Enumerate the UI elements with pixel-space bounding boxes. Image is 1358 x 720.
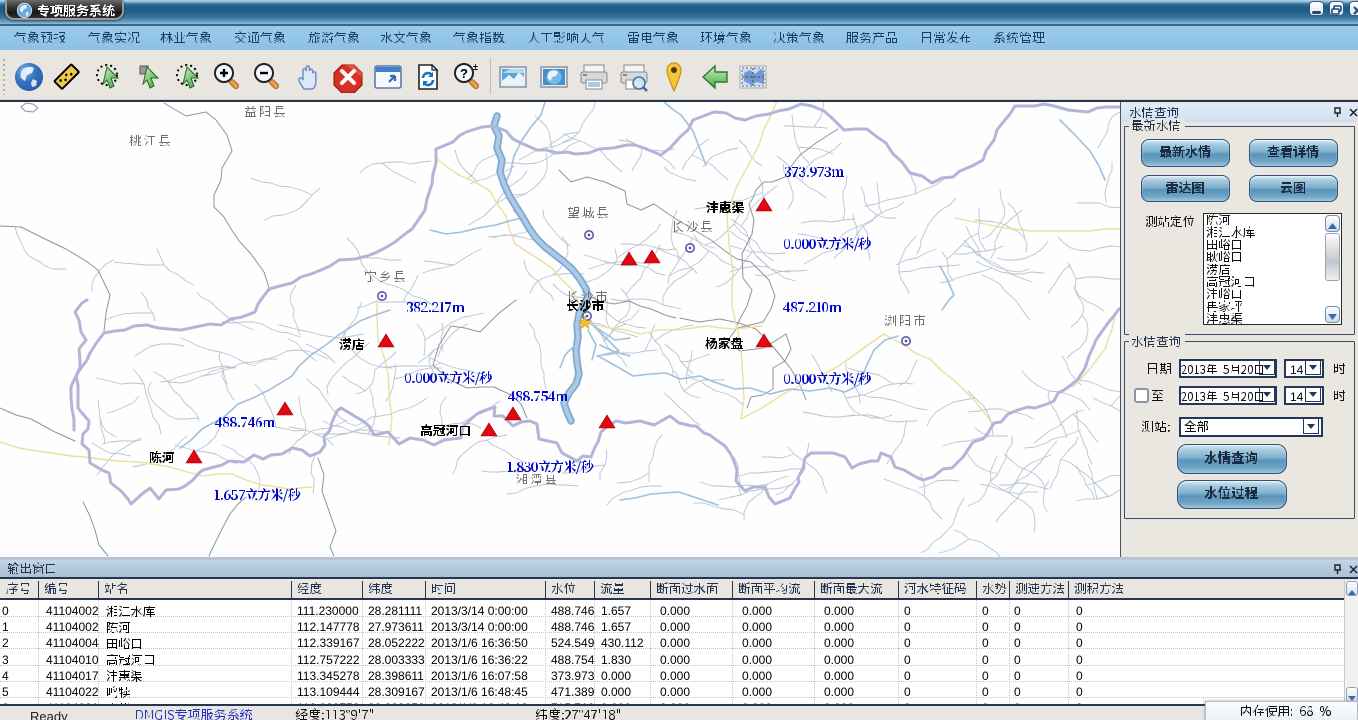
svg-text:?: ?	[460, 66, 468, 81]
svg-text:±: ±	[473, 62, 478, 72]
